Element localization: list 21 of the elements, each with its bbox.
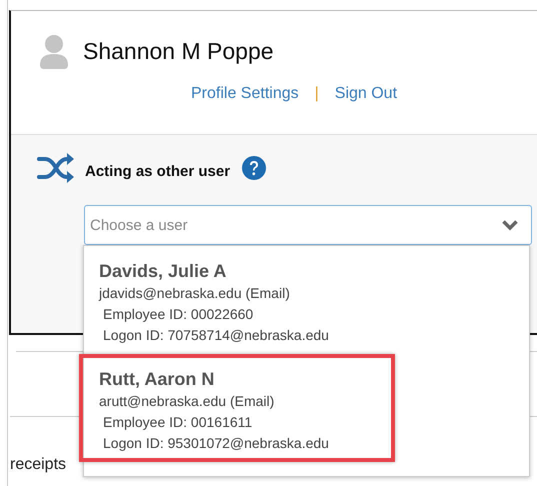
separator: | xyxy=(314,85,319,103)
user-option-email: arutt@nebraska.edu (Email) xyxy=(99,392,276,411)
user-option-name: Rutt, Aaron N xyxy=(99,368,216,390)
user-option-logon-id: Logon ID: 70758714@nebraska.edu xyxy=(102,326,330,345)
user-option-email: jdavids@nebraska.edu (Email) xyxy=(99,284,291,303)
user-name: Shannon M Poppe xyxy=(83,38,274,64)
help-icon[interactable] xyxy=(242,156,266,180)
user-option[interactable]: Davids, Julie A jdavids@nebraska.edu (Email) Employee ID: 00022660 Logon ID: 70758714@nebraska.edu xyxy=(79,252,395,354)
user-option-employee-id: Employee ID: 00022660 xyxy=(102,305,254,324)
acting-label: Acting as other user xyxy=(85,162,230,180)
user-option-name: Davids, Julie A xyxy=(99,260,228,282)
user-option[interactable]: Rutt, Aaron N arutt@nebraska.edu (Email) Employee ID: 00161611 Logon ID: 95301072@nebraska.edu xyxy=(79,354,395,462)
chevron-down-icon xyxy=(502,220,518,231)
sign-out-link[interactable]: Sign Out xyxy=(334,85,398,103)
user-option-logon-id: Logon ID: 95301072@nebraska.edu xyxy=(102,434,330,453)
profile-settings-link[interactable]: Profile Settings xyxy=(191,85,299,103)
shuffle-icon xyxy=(37,153,75,183)
user-select[interactable]: Choose a user xyxy=(84,205,532,245)
user-option-employee-id: Employee ID: 00161611 xyxy=(102,413,254,432)
page-text: receipts xyxy=(10,456,66,474)
avatar-icon xyxy=(39,33,69,69)
